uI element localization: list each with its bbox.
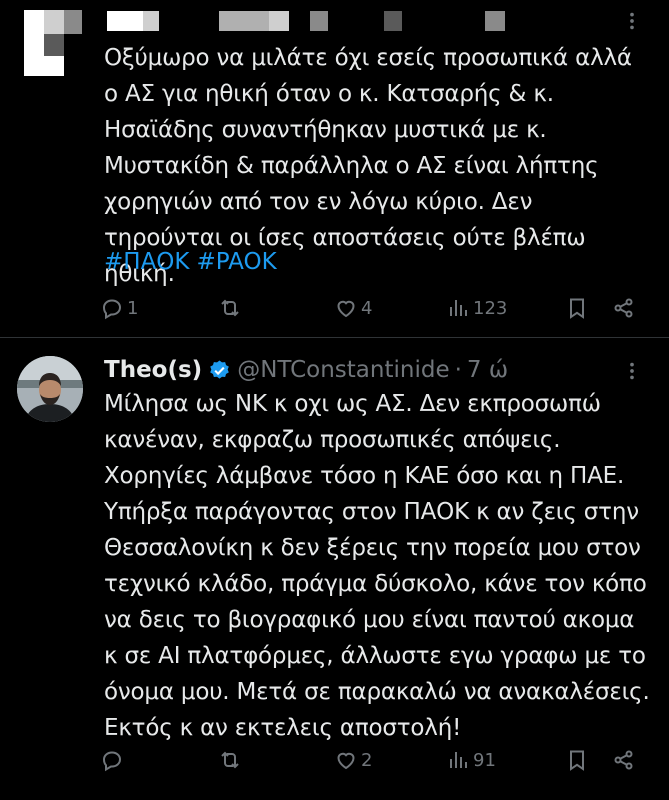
separator-dot: · xyxy=(454,357,462,383)
views-button[interactable]: 91 xyxy=(446,740,496,780)
verified-badge-icon[interactable] xyxy=(208,359,231,382)
pixel-block xyxy=(24,56,64,76)
share-button[interactable] xyxy=(612,740,636,780)
more-icon[interactable] xyxy=(621,10,643,32)
pixel-block xyxy=(219,11,269,31)
repost-icon xyxy=(221,299,239,317)
reply-icon xyxy=(102,299,122,320)
action-bar: 2 91 xyxy=(100,740,652,780)
repost-button[interactable] xyxy=(218,288,245,328)
like-icon xyxy=(337,752,355,770)
views-button[interactable]: 123 xyxy=(446,288,507,328)
avatar[interactable] xyxy=(17,356,83,422)
tweet-card[interactable]: Theo(s) @NTConstantinide · 7 ώ Μίλησα ως… xyxy=(0,338,669,800)
share-button[interactable] xyxy=(612,288,636,328)
views-count: 123 xyxy=(473,297,508,319)
like-button[interactable]: 4 xyxy=(334,288,372,328)
display-name[interactable]: Theo(s) xyxy=(104,352,202,388)
tweet-card[interactable]: Οξύμωρο να μιλάτε όχι εσείς προσωπικά αλ… xyxy=(0,0,669,338)
views-count: 91 xyxy=(473,749,496,771)
pixel-block xyxy=(485,11,505,31)
pixel-block xyxy=(64,10,82,34)
views-icon xyxy=(450,752,467,768)
views-icon xyxy=(450,300,467,316)
like-count: 2 xyxy=(361,749,373,771)
tweet-header: Theo(s) @NTConstantinide · 7 ώ xyxy=(104,352,508,388)
pixel-block xyxy=(44,34,64,56)
hashtag-row: #ΠΑΟΚ #PAOK xyxy=(104,244,284,280)
pixel-block xyxy=(24,10,44,34)
reply-count: 1 xyxy=(127,297,139,319)
repost-icon xyxy=(221,751,239,769)
like-count: 4 xyxy=(361,297,373,319)
bookmark-button[interactable] xyxy=(565,740,589,780)
pixel-block xyxy=(269,11,289,31)
reply-button[interactable]: 1 xyxy=(100,288,138,328)
like-button[interactable]: 2 xyxy=(334,740,372,780)
action-bar: 1 4 123 xyxy=(100,288,652,328)
pixel-block xyxy=(44,10,64,34)
pixel-block xyxy=(107,11,143,31)
tweet-text: Μίλησα ως ΝΚ κ οχι ως ΑΣ. Δεν εκπροσωπώ … xyxy=(104,391,650,741)
hashtag-link[interactable]: #PAOK xyxy=(197,249,277,275)
share-icon xyxy=(614,750,633,770)
reply-icon xyxy=(102,751,122,772)
pixel-block xyxy=(310,11,328,31)
pixel-block xyxy=(24,34,44,56)
pixel-block xyxy=(384,11,402,31)
pixel-block xyxy=(143,11,159,31)
bookmark-icon xyxy=(570,750,584,771)
bookmark-button[interactable] xyxy=(565,288,589,328)
user-handle[interactable]: @NTConstantinide xyxy=(237,352,449,388)
reply-button[interactable] xyxy=(100,740,127,780)
avatar-photo xyxy=(17,356,83,422)
more-icon[interactable] xyxy=(621,360,643,382)
bookmark-icon xyxy=(570,298,584,319)
share-icon xyxy=(614,298,633,318)
repost-button[interactable] xyxy=(218,740,245,780)
hashtag-link[interactable]: #ΠΑΟΚ xyxy=(104,249,190,275)
like-icon xyxy=(337,300,355,318)
timestamp[interactable]: 7 ώ xyxy=(467,352,508,388)
